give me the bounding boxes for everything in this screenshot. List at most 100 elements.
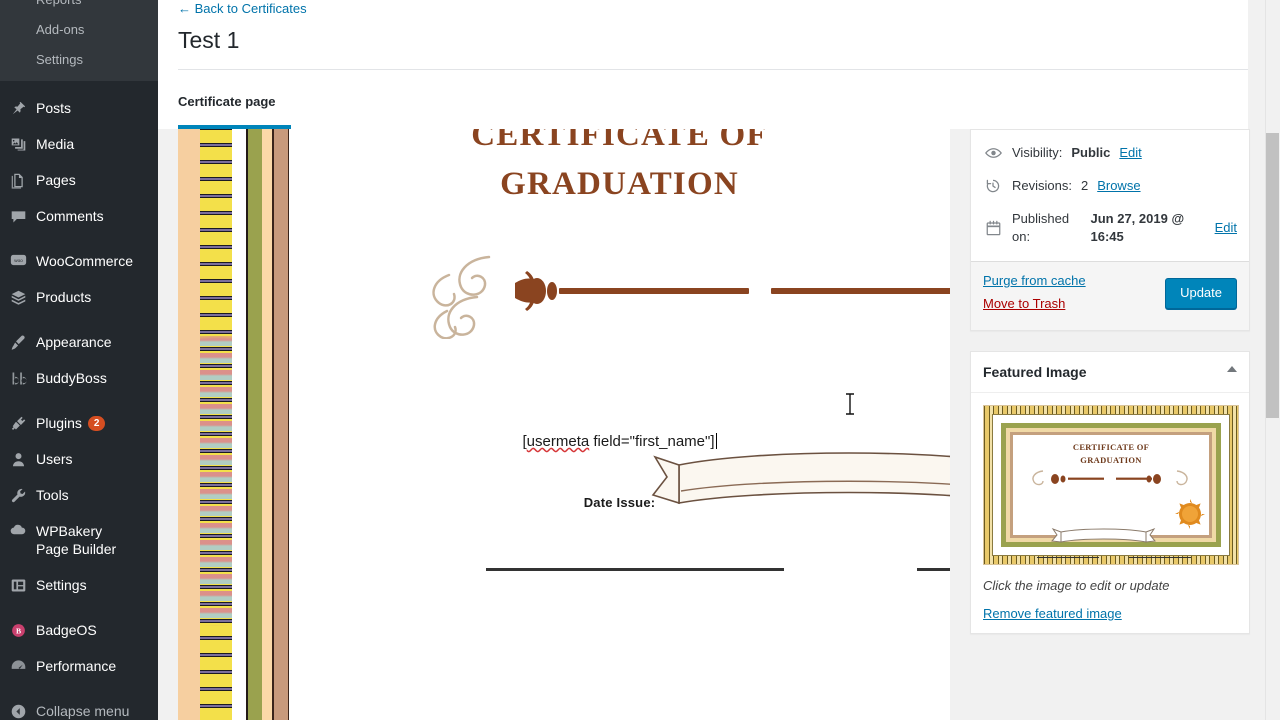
update-button[interactable]: Update <box>1165 278 1237 309</box>
featured-image-hint: Click the image to edit or update <box>983 578 1170 593</box>
wp-admin-screen: Reports Add-ons Settings Posts Media Pag… <box>0 0 1280 720</box>
flourish-divider-icon <box>432 255 950 339</box>
sidebar-item-label: WPBakery Page Builder <box>36 523 117 557</box>
featured-image-thumbnail[interactable]: CERTIFICATE OF GRADUATION <box>983 405 1239 565</box>
certificate-editor-canvas[interactable]: CERTIFICATE OF GRADUATION [usermeta fiel… <box>178 129 950 720</box>
publish-panel: Visibility: Public Edit Revisions: 2 Bro… <box>970 129 1250 331</box>
svg-text:woo: woo <box>14 258 23 263</box>
revisions-clock-icon <box>983 178 1003 194</box>
sidebar-item-buddyboss[interactable]: BuddyBoss <box>0 360 158 396</box>
thumb-signature-line-right <box>1129 557 1191 558</box>
svg-text:B: B <box>15 626 20 635</box>
menu-separator <box>0 81 158 90</box>
sidebar-item-settings[interactable]: Settings <box>0 567 158 603</box>
menu-separator <box>0 396 158 405</box>
text-cursor-icon <box>846 393 854 415</box>
sidebar-item-label: Users <box>36 451 73 467</box>
sidebar-item-wpbakery-page-builder[interactable]: WPBakery Page Builder <box>0 513 158 567</box>
submenu-item-add-ons[interactable]: Add-ons <box>0 15 158 45</box>
published-edit-link[interactable]: Edit <box>1215 219 1237 237</box>
certificate-heading: CERTIFICATE OF GRADUATION <box>289 129 950 209</box>
pin-icon <box>0 99 36 117</box>
sidebar-item-woocommerce[interactable]: woo WooCommerce <box>0 243 158 279</box>
brush-icon <box>0 333 36 351</box>
sidebar-item-plugins[interactable]: Plugins 2 <box>0 405 158 441</box>
sidebar-item-label: Settings <box>36 577 87 593</box>
featured-image-panel-header[interactable]: Featured Image <box>971 352 1249 393</box>
sidebar-item-tools[interactable]: Tools <box>0 477 158 513</box>
performance-icon <box>0 657 36 673</box>
eye-icon <box>983 147 1003 159</box>
sidebar-item-posts[interactable]: Posts <box>0 90 158 126</box>
sidebar-item-performance[interactable]: Performance <box>0 648 158 684</box>
collapse-menu-label: Collapse menu <box>36 703 130 719</box>
visibility-label: Visibility: <box>1012 145 1063 160</box>
submenu-item-settings[interactable]: Settings <box>0 45 158 75</box>
main-content: ← Back to Certificates Test 1 Certificat… <box>158 0 1280 720</box>
menu-separator <box>0 684 158 693</box>
sidebar-item-label: Pages <box>36 172 76 188</box>
sidebar-item-label: Posts <box>36 100 72 116</box>
visibility-value: Public <box>1071 145 1111 160</box>
sidebar-item-pages[interactable]: Pages <box>0 162 158 198</box>
sidebar-item-label: BadgeOS <box>36 622 97 638</box>
admin-submenu-group: Reports Add-ons Settings <box>0 0 158 81</box>
page-scrollbar-track[interactable] <box>1265 0 1280 720</box>
user-icon <box>0 450 36 468</box>
tab-certificate-page[interactable]: Certificate page <box>178 94 276 120</box>
sidebar-item-comments[interactable]: Comments <box>0 198 158 234</box>
sidebar-item-label: Plugins 2 <box>36 414 117 432</box>
collapse-menu-button[interactable]: Collapse menu <box>0 693 158 720</box>
visibility-row: Visibility: Public Edit <box>983 140 1237 173</box>
cloud-icon <box>0 522 36 537</box>
products-icon <box>0 288 36 306</box>
revisions-browse-link[interactable]: Browse <box>1097 177 1140 195</box>
featured-image-panel: Featured Image CERTIFICATE OF GRADUATION… <box>970 351 1250 634</box>
thumb-flourish-icon <box>1032 470 1188 486</box>
publish-actions: Purge from cache Move to Trash Update <box>971 261 1249 330</box>
badgeos-icon: B <box>0 621 36 639</box>
date-issue-label: Date Issue: <box>583 495 656 510</box>
sidebar-item-label: Media <box>36 136 75 152</box>
editor-sidebar: Visibility: Public Edit Revisions: 2 Bro… <box>970 129 1250 654</box>
visibility-edit-link[interactable]: Edit <box>1119 144 1141 162</box>
plug-icon <box>0 414 36 432</box>
menu-separator <box>0 315 158 324</box>
sidebar-item-users[interactable]: Users <box>0 441 158 477</box>
sidebar-item-products[interactable]: Products <box>0 279 158 315</box>
plugins-update-badge: 2 <box>87 416 106 431</box>
published-on-row: Published on: Jun 27, 2019 @ 16:45 Edit <box>983 206 1237 257</box>
back-to-certificates-link[interactable]: ← Back to Certificates <box>178 1 307 17</box>
page-scrollbar-thumb[interactable] <box>1266 133 1279 418</box>
sidebar-item-appearance[interactable]: Appearance <box>0 324 158 360</box>
ribbon-banner-icon <box>651 452 950 505</box>
chevron-up-icon[interactable] <box>1227 366 1237 372</box>
sidebar-item-label: WooCommerce <box>36 253 133 269</box>
submenu-item-reports[interactable]: Reports <box>0 0 158 15</box>
thumb-inner-frame: CERTIFICATE OF GRADUATION <box>992 414 1230 558</box>
certificate-content[interactable]: CERTIFICATE OF GRADUATION [usermeta fiel… <box>289 129 950 720</box>
sidebar-item-label: Tools <box>36 487 69 503</box>
buddyboss-icon <box>0 369 36 387</box>
featured-image-body: CERTIFICATE OF GRADUATION Click the imag… <box>971 393 1249 633</box>
pages-icon <box>0 171 36 189</box>
sidebar-item-label: Performance <box>36 658 117 674</box>
media-icon <box>0 135 36 153</box>
thumb-certificate-heading: CERTIFICATE OF GRADUATION <box>993 441 1229 467</box>
comment-icon <box>0 207 36 225</box>
certificate-heading-line1: CERTIFICATE OF <box>471 129 768 153</box>
collapse-icon <box>0 702 36 720</box>
sliders-icon <box>0 576 36 594</box>
sidebar-item-label: BuddyBoss <box>36 370 107 386</box>
cert-border-pattern-left-detail <box>200 129 232 720</box>
revisions-row: Revisions: 2 Browse <box>983 173 1237 206</box>
tab-bar: Certificate page <box>158 70 1248 129</box>
thumb-heading-line1: CERTIFICATE OF <box>1072 442 1150 452</box>
signature-line-right <box>917 568 950 571</box>
remove-featured-image-link[interactable]: Remove featured image <box>983 606 1237 621</box>
sidebar-item-media[interactable]: Media <box>0 126 158 162</box>
sidebar-item-label: Products <box>36 289 92 305</box>
admin-sidebar: Reports Add-ons Settings Posts Media Pag… <box>0 0 158 720</box>
thumb-signature-line-left <box>1037 557 1099 558</box>
sidebar-item-badgeos[interactable]: B BadgeOS <box>0 612 158 648</box>
